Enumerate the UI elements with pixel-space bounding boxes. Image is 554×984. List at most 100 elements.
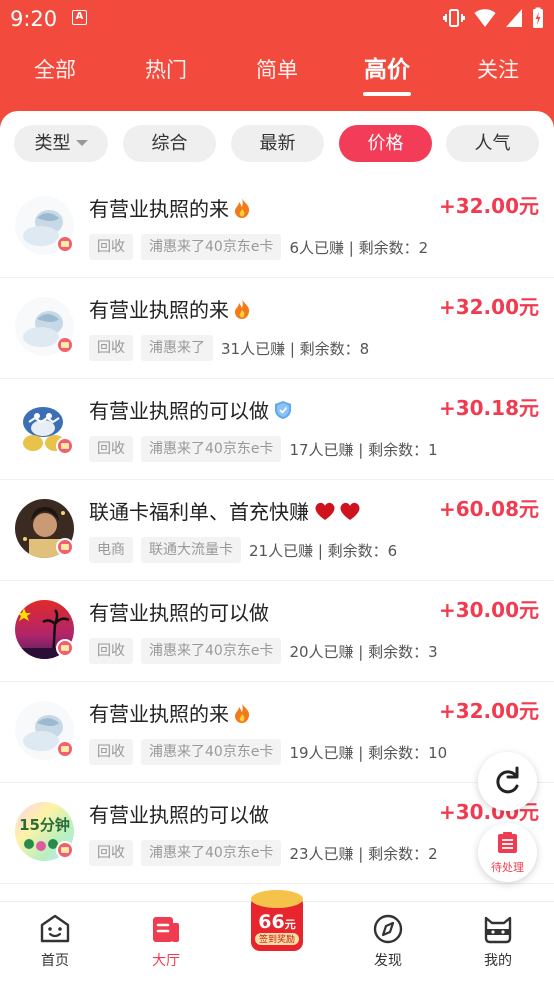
level-badge-icon: [56, 437, 74, 455]
signal-icon: [506, 9, 522, 27]
active-tab-indicator: [363, 92, 411, 96]
tab-high-price[interactable]: 高价: [347, 50, 427, 96]
filter-latest[interactable]: 最新: [231, 125, 324, 162]
nav-mine[interactable]: 我的: [458, 914, 538, 970]
pending-tasks-button[interactable]: 待处理: [478, 823, 537, 882]
filter-price[interactable]: 价格: [339, 125, 432, 162]
task-list: 有营业执照的来 +32.00元 回收 浦惠来了40京东e卡 6人已赚 | 剩余数…: [0, 177, 554, 884]
wifi-icon: [474, 9, 496, 27]
tab-hot[interactable]: 热门: [126, 50, 206, 90]
promo-caption: 签到奖励: [258, 935, 295, 945]
task-stats: 6人已赚 | 剩余数：2: [289, 238, 429, 257]
main-content: 类型 综合 最新 价格 人气 有营业执照的来 +32.00元 回收 浦惠来了40…: [0, 111, 554, 901]
task-reward: +32.00元: [438, 699, 539, 723]
task-row[interactable]: 有营业执照的来 +32.00元 回收 浦惠来了40京东e卡 19人已赚 | 剩余…: [0, 682, 554, 783]
cat-face-icon: [484, 916, 512, 944]
app-screen: 9:20 A 全部 热门 简单 高价 关注 类型 综合 最新 价格 人气 有营业…: [0, 0, 554, 984]
status-icons: [443, 7, 544, 29]
status-time: 9:20: [10, 7, 58, 31]
product-tag: 浦惠来了: [141, 335, 213, 361]
level-badge-icon: [56, 538, 74, 556]
task-row[interactable]: 联通卡福利单、首充快赚 +60.08元 电商 联通大流量卡 21人已赚 | 剩余…: [0, 480, 554, 581]
nav-hall[interactable]: 大厅: [126, 914, 206, 970]
refresh-icon: [496, 766, 519, 794]
task-title: 有营业执照的来: [89, 294, 251, 323]
task-tags: 电商 联通大流量卡 21人已赚 | 剩余数：6: [89, 537, 397, 563]
tab-following[interactable]: 关注: [458, 50, 538, 90]
tab-all[interactable]: 全部: [15, 50, 95, 90]
product-tag: 浦惠来了40京东e卡: [141, 436, 282, 462]
product-tag: 浦惠来了40京东e卡: [141, 739, 282, 765]
compass-icon: [373, 914, 403, 944]
hall-icon: [153, 917, 179, 942]
verified-shield-icon: [275, 401, 291, 419]
task-title: 有营业执照的可以做: [89, 803, 269, 827]
task-tags: 回收 浦惠来了40京东e卡 23人已赚 | 剩余数：2: [89, 840, 438, 866]
promo-amount: 66元: [258, 911, 296, 933]
task-stats: 19人已赚 | 剩余数：10: [289, 743, 448, 762]
task-stats: 23人已赚 | 剩余数：2: [289, 844, 438, 863]
category-tabs: 全部 热门 简单 高价 关注: [0, 50, 554, 100]
filter-popularity[interactable]: 人气: [446, 125, 539, 162]
hearts-emoji-icon: [315, 502, 360, 520]
category-tag: 回收: [89, 234, 133, 260]
task-stats: 20人已赚 | 剩余数：3: [289, 642, 438, 661]
fire-emoji-icon: [235, 198, 250, 218]
task-title: 有营业执照的可以做: [89, 395, 293, 424]
fire-emoji-icon: [235, 703, 250, 723]
product-tag: 浦惠来了40京东e卡: [141, 638, 282, 664]
filter-comprehensive[interactable]: 综合: [123, 125, 216, 162]
product-tag: 浦惠来了40京东e卡: [141, 234, 282, 260]
category-tag: 回收: [89, 739, 133, 765]
task-tags: 回收 浦惠来了40京东e卡 20人已赚 | 剩余数：3: [89, 638, 438, 664]
task-row[interactable]: 15分钟 有营业执照的可以做 +30.00元 回收 浦惠来了40京东e卡 23人…: [0, 783, 554, 884]
task-row[interactable]: 有营业执照的来 +32.00元 回收 浦惠来了 31人已赚 | 剩余数：8: [0, 278, 554, 379]
home-face-icon: [40, 914, 70, 943]
level-badge-icon: [56, 336, 74, 354]
category-tag: 回收: [89, 436, 133, 462]
category-tag: 回收: [89, 335, 133, 361]
task-tags: 回收 浦惠来了40京东e卡 19人已赚 | 剩余数：10: [89, 739, 447, 765]
nav-discover[interactable]: 发现: [348, 914, 428, 970]
task-stats: 17人已赚 | 剩余数：1: [289, 440, 438, 459]
task-row[interactable]: 有营业执照的可以做 +30.18元 回收 浦惠来了40京东e卡 17人已赚 | …: [0, 379, 554, 480]
task-title: 有营业执照的来: [89, 193, 251, 222]
signin-reward-button[interactable]: 66元 签到奖励: [249, 889, 305, 953]
notification-app-icon: A: [72, 10, 87, 25]
task-title: 有营业执照的可以做: [89, 601, 269, 625]
category-tag: 回收: [89, 840, 133, 866]
nav-home[interactable]: 首页: [15, 914, 95, 970]
level-badge-icon: [56, 639, 74, 657]
filter-type[interactable]: 类型: [14, 125, 108, 162]
caret-down-icon: [75, 139, 88, 146]
task-row[interactable]: 有营业执照的来 +32.00元 回收 浦惠来了40京东e卡 6人已赚 | 剩余数…: [0, 177, 554, 278]
task-tags: 回收 浦惠来了40京东e卡 6人已赚 | 剩余数：2: [89, 234, 428, 260]
task-title: 有营业执照的来: [89, 698, 251, 727]
level-badge-icon: [56, 841, 74, 859]
battery-icon: [533, 7, 543, 28]
clipboard-list-icon: [498, 832, 517, 853]
product-tag: 浦惠来了40京东e卡: [141, 840, 282, 866]
category-tag: 电商: [89, 537, 133, 563]
task-reward: +30.18元: [438, 396, 539, 420]
status-bar: 9:20 A: [0, 0, 554, 38]
task-row[interactable]: 有营业执照的可以做 +30.00元 回收 浦惠来了40京东e卡 20人已赚 | …: [0, 581, 554, 682]
task-reward: +60.08元: [438, 497, 539, 521]
task-reward: +30.00元: [438, 598, 539, 622]
level-badge-icon: [56, 235, 74, 253]
task-tags: 回收 浦惠来了 31人已赚 | 剩余数：8: [89, 335, 369, 361]
vibrate-icon: [443, 9, 465, 27]
task-reward: +32.00元: [438, 194, 539, 218]
level-badge-icon: [56, 740, 74, 758]
task-title: 联通卡福利单、首充快赚: [89, 496, 363, 525]
tab-easy[interactable]: 简单: [237, 50, 317, 90]
fire-emoji-icon: [235, 299, 250, 319]
task-tags: 回收 浦惠来了40京东e卡 17人已赚 | 剩余数：1: [89, 436, 438, 462]
product-tag: 联通大流量卡: [141, 537, 241, 563]
svg-text:15分钟: 15分钟: [19, 816, 70, 834]
refresh-button[interactable]: [478, 752, 537, 811]
filter-bar: 类型 综合 最新 价格 人气: [0, 125, 554, 163]
task-reward: +32.00元: [438, 295, 539, 319]
category-tag: 回收: [89, 638, 133, 664]
task-stats: 31人已赚 | 剩余数：8: [221, 339, 370, 358]
